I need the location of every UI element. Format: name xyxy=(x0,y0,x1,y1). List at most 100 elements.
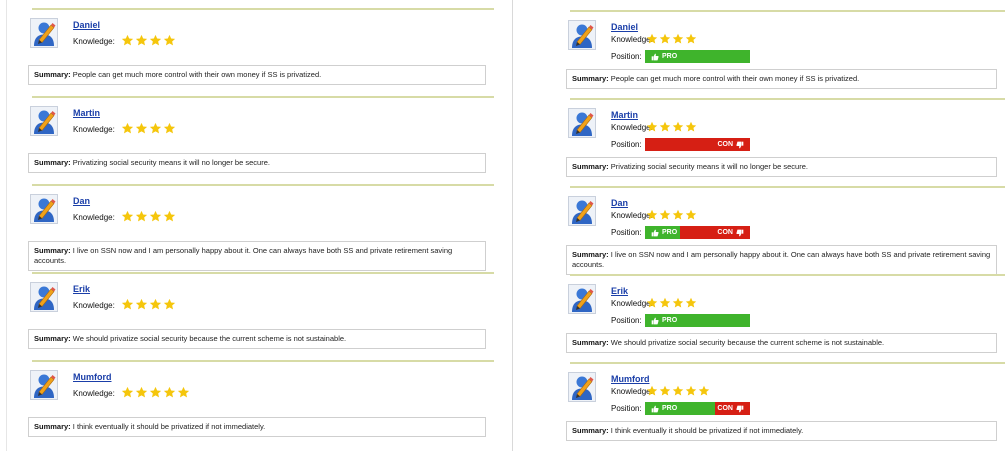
thumbs-up-icon xyxy=(651,53,659,61)
pro-label: PRO xyxy=(662,229,678,236)
star-icon xyxy=(149,386,162,399)
user-avatar-pencil-icon xyxy=(568,20,596,50)
star-icon xyxy=(659,33,671,45)
summary-label: Summary: xyxy=(572,162,609,171)
summary-label: Summary: xyxy=(34,70,71,79)
con-label: CON xyxy=(717,229,733,236)
thumbs-up-icon xyxy=(651,405,659,413)
left-edge-line xyxy=(6,0,7,451)
reviewer-name-link[interactable]: Dan xyxy=(73,196,90,206)
summary-box: Summary: Privatizing social security mea… xyxy=(566,157,997,177)
star-icon xyxy=(646,385,658,397)
star-icon xyxy=(685,33,697,45)
star-icon xyxy=(121,298,134,311)
summary-text: Privatizing social security means it wil… xyxy=(610,162,808,171)
reviewer-name-link[interactable]: Erik xyxy=(611,286,628,296)
entry-separator xyxy=(32,272,494,274)
star-icon xyxy=(163,34,176,47)
star-icon xyxy=(659,209,671,221)
summary-text: People can get much more control with th… xyxy=(610,74,860,83)
reviewer-name-link[interactable]: Dan xyxy=(611,198,628,208)
star-icon xyxy=(121,122,134,135)
user-avatar-pencil-icon xyxy=(30,194,58,224)
star-icon xyxy=(659,121,671,133)
summary-text: I live on SSN now and I am personally ha… xyxy=(34,246,453,265)
star-icon xyxy=(135,122,148,135)
reviewer-name-link[interactable]: Mumford xyxy=(73,372,112,382)
summary-box: Summary: We should privatize social secu… xyxy=(28,329,486,349)
entry-separator xyxy=(32,8,494,10)
summary-label: Summary: xyxy=(572,338,609,347)
user-avatar-pencil-icon xyxy=(568,196,596,226)
position-label: Position: xyxy=(611,140,642,149)
star-icon xyxy=(121,210,134,223)
pro-label: PRO xyxy=(662,317,678,324)
summary-box: Summary: Privatizing social security mea… xyxy=(28,153,486,173)
reviewer-name-link[interactable]: Mumford xyxy=(611,374,650,384)
review-entry: Martin Knowledge: Summary: Privatizing soc… xyxy=(22,96,494,184)
star-icon xyxy=(121,34,134,47)
knowledge-label: Knowledge: xyxy=(73,213,115,222)
thumbs-up-icon xyxy=(651,229,659,237)
knowledge-label: Knowledge: xyxy=(73,389,115,398)
review-entry: Martin Knowledge: Position: CON Summary: Pri… xyxy=(560,98,1005,186)
star-icon xyxy=(685,297,697,309)
reviewer-name-link[interactable]: Daniel xyxy=(73,20,100,30)
thumbs-down-icon xyxy=(736,405,744,413)
star-icon xyxy=(698,385,710,397)
knowledge-rating xyxy=(121,386,190,399)
star-icon xyxy=(149,298,162,311)
reviewer-name-link[interactable]: Erik xyxy=(73,284,90,294)
position-label: Position: xyxy=(611,52,642,61)
summary-text: I live on SSN now and I am personally ha… xyxy=(572,250,991,269)
review-entry: Mumford Knowledge: Summary: I think eventu… xyxy=(22,360,494,448)
position-pro-segment: PRO xyxy=(645,402,716,415)
review-entry: Dan Knowledge: Position: PRO CON Summary: I l… xyxy=(560,186,1005,275)
position-bar: PRO xyxy=(645,50,750,63)
position-con-segment: CON xyxy=(679,226,750,239)
star-icon xyxy=(163,298,176,311)
star-icon xyxy=(135,298,148,311)
star-icon xyxy=(163,210,176,223)
knowledge-rating xyxy=(121,34,176,47)
summary-text: I think eventually it should be privatiz… xyxy=(72,422,266,431)
reviewer-name-link[interactable]: Martin xyxy=(73,108,100,118)
knowledge-label: Knowledge: xyxy=(73,37,115,46)
star-icon xyxy=(149,34,162,47)
right-panel: Daniel Knowledge: Position: PRO Summary: Peo… xyxy=(560,0,1005,451)
thumbs-down-icon xyxy=(736,229,744,237)
review-entry: Erik Knowledge: Summary: We should privati… xyxy=(22,272,494,360)
star-icon xyxy=(672,121,684,133)
con-label: CON xyxy=(717,141,733,148)
entry-separator xyxy=(570,98,1005,100)
entry-separator xyxy=(570,362,1005,364)
reviewer-name-link[interactable]: Martin xyxy=(611,110,638,120)
panel-divider xyxy=(512,0,513,451)
summary-label: Summary: xyxy=(572,250,609,259)
star-icon xyxy=(135,386,148,399)
user-avatar-pencil-icon xyxy=(30,370,58,400)
summary-box: Summary: I live on SSN now and I am pers… xyxy=(28,241,486,271)
entry-separator xyxy=(570,10,1005,12)
position-label: Position: xyxy=(611,404,642,413)
star-icon xyxy=(163,122,176,135)
star-icon xyxy=(135,210,148,223)
pro-label: PRO xyxy=(662,405,678,412)
left-panel: Daniel Knowledge: Summary: People can get … xyxy=(22,0,494,451)
position-pro-segment: PRO xyxy=(645,314,750,327)
position-con-segment: CON xyxy=(715,402,750,415)
position-label: Position: xyxy=(611,228,642,237)
star-icon xyxy=(672,385,684,397)
star-icon xyxy=(135,34,148,47)
star-icon xyxy=(163,386,176,399)
star-icon xyxy=(672,297,684,309)
summary-label: Summary: xyxy=(34,246,71,255)
position-bar: PRO xyxy=(645,314,750,327)
position-pro-segment: PRO xyxy=(645,226,680,239)
user-avatar-pencil-icon xyxy=(568,108,596,138)
reviewer-name-link[interactable]: Daniel xyxy=(611,22,638,32)
review-entry: Daniel Knowledge: Position: PRO Summary: Peo… xyxy=(560,10,1005,98)
user-avatar-pencil-icon xyxy=(30,282,58,312)
knowledge-rating xyxy=(646,209,697,221)
entry-separator xyxy=(570,186,1005,188)
